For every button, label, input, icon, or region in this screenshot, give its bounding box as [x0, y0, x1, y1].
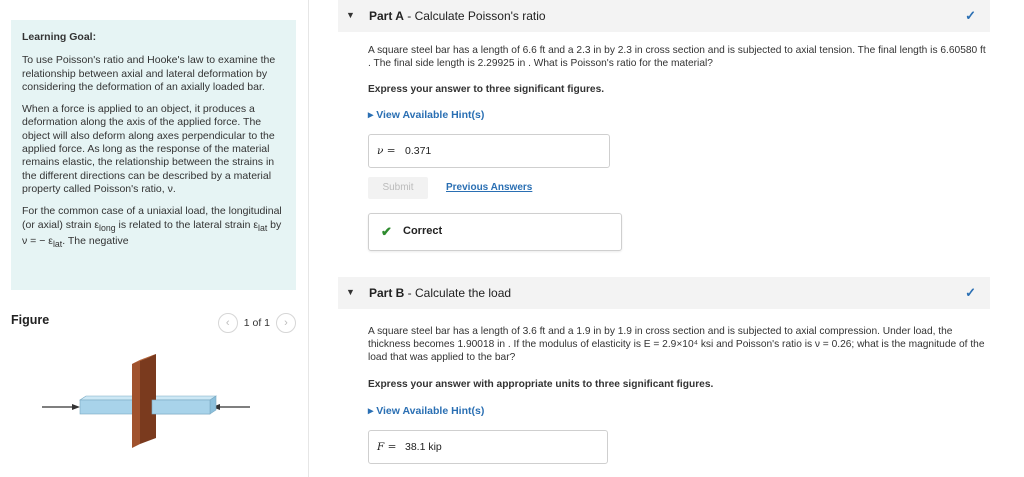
- correct-label: Correct: [403, 225, 443, 237]
- figure-image: [42, 354, 250, 448]
- learning-goal-paragraph-1: To use Poisson's ratio and Hooke's law t…: [22, 54, 276, 93]
- figure-pager: ‹ 1 of 1 ›: [217, 313, 296, 333]
- left-panel: Learning Goal: To use Poisson's ratio an…: [0, 0, 309, 477]
- part-b-answer-field[interactable]: F = 38.1 kip: [368, 430, 608, 464]
- answer-label: F =: [377, 441, 397, 453]
- part-a-title: Part A - Calculate Poisson's ratio: [369, 9, 546, 23]
- part-a-question: A square steel bar has a length of 6.6 f…: [368, 45, 986, 69]
- check-icon: ✔: [381, 224, 392, 239]
- part-a-hints-link[interactable]: ▸ View Available Hint(s): [368, 109, 484, 121]
- part-b-hints-link[interactable]: ▸ View Available Hint(s): [368, 405, 484, 417]
- chevron-left-icon[interactable]: ‹: [217, 313, 238, 333]
- learning-goal-paragraph-2: When a force is applied to an object, it…: [22, 103, 275, 195]
- chevron-right-icon[interactable]: ›: [276, 313, 296, 333]
- left-force-arrowhead: [72, 404, 80, 410]
- part-a-answer-field[interactable]: ν = 0.371: [368, 134, 610, 168]
- part-b-title: Part B - Calculate the load: [369, 286, 512, 300]
- check-icon: ✓: [965, 8, 976, 23]
- answer-value: 0.371: [405, 145, 432, 157]
- learning-goal-panel: Learning Goal: To use Poisson's ratio an…: [11, 20, 296, 290]
- question-panel: ▼ Part A - Calculate Poisson's ratio ✓ A…: [338, 0, 990, 477]
- correct-feedback: ✔ Correct: [368, 213, 622, 251]
- learning-goal-title: Learning Goal:: [22, 31, 97, 43]
- part-a-instructions: Express your answer to three significant…: [368, 84, 605, 95]
- part-b-instructions: Express your answer with appropriate uni…: [368, 379, 714, 390]
- caret-down-icon[interactable]: ▼: [346, 10, 355, 20]
- figure-page-count: 1 of 1: [243, 317, 270, 329]
- plate-front: [132, 360, 140, 448]
- learning-goal-paragraph-3: For the common case of a uniaxial load, …: [22, 205, 282, 250]
- figure-header: Figure ‹ 1 of 1 ›: [11, 313, 296, 333]
- caret-down-icon[interactable]: ▼: [346, 287, 355, 297]
- answer-label: ν =: [377, 145, 396, 157]
- part-b-header[interactable]: ▼ Part B - Calculate the load ✓: [338, 277, 990, 309]
- part-b-question: A square steel bar has a length of 3.6 f…: [368, 326, 985, 363]
- previous-answers-link[interactable]: Previous Answers: [446, 182, 532, 193]
- check-icon: ✓: [965, 285, 976, 300]
- submit-button[interactable]: Submit: [368, 177, 428, 199]
- figure-title: Figure: [11, 313, 50, 327]
- answer-value: 38.1 kip: [405, 441, 442, 453]
- bar-right-segment: [151, 399, 211, 415]
- part-a-header[interactable]: ▼ Part A - Calculate Poisson's ratio ✓: [338, 0, 990, 32]
- plate-side: [140, 354, 156, 444]
